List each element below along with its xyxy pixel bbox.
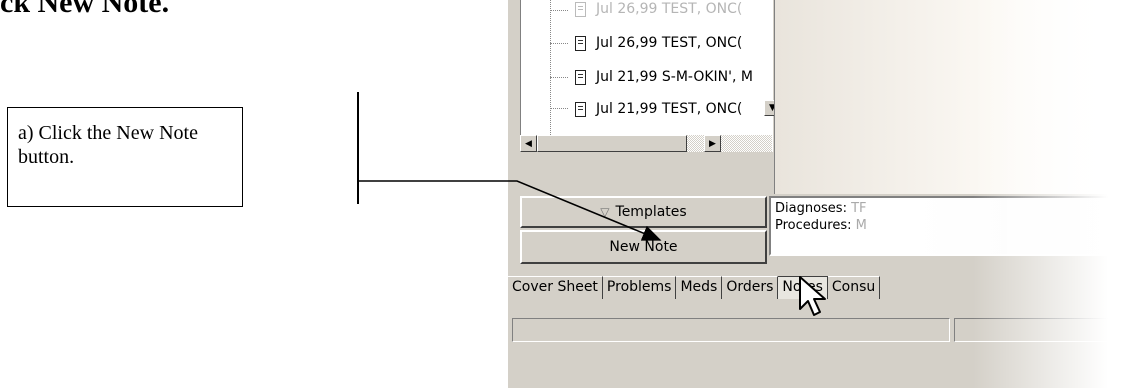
leader-arrow: [359, 180, 662, 241]
